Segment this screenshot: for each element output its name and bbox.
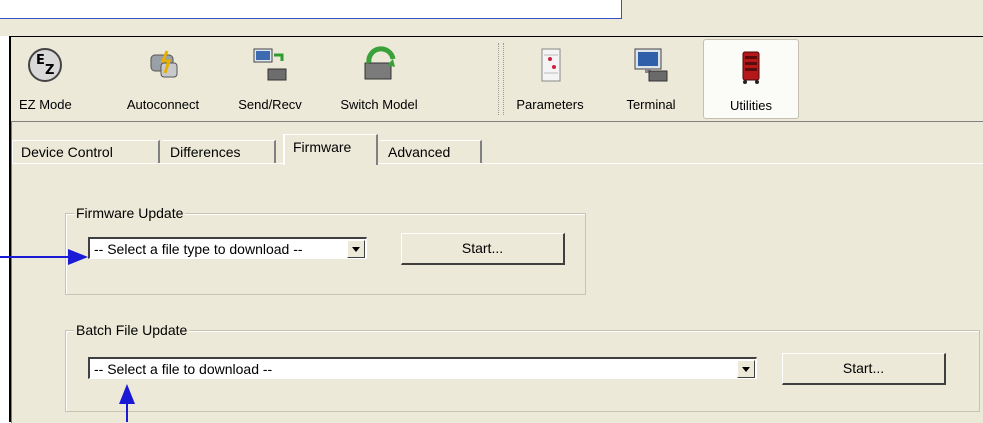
ez-mode-button[interactable]: E Z EZ Mode [19, 39, 72, 117]
terminal-icon [634, 48, 668, 82]
firmware-start-label: Start... [461, 240, 504, 256]
tab-label: Differences [170, 144, 241, 160]
batch-file-select[interactable]: -- Select a file to download -- [88, 357, 757, 379]
send-recv-icon [253, 48, 287, 81]
ez-mode-icon: E Z [28, 48, 62, 82]
toolbar-label-terminal: Terminal [626, 97, 676, 112]
batch-file-value: -- Select a file to download -- [94, 361, 273, 377]
parameters-icon [541, 48, 561, 82]
toolbar-label-switch-model: Switch Model [340, 97, 418, 112]
autoconnect-icon [150, 50, 178, 78]
tab-label: Advanced [388, 144, 451, 160]
toolbar-label-ez-mode: EZ Mode [19, 97, 72, 112]
toolbar-label-utilities: Utilities [730, 98, 772, 113]
arrow-right-icon [68, 249, 88, 265]
toolbar-label-parameters: Parameters [516, 97, 584, 112]
switch-model-button[interactable]: Switch Model [333, 39, 425, 117]
utilities-button[interactable]: Utilities [703, 39, 799, 119]
toolbar-separator [498, 43, 504, 115]
arrow-up-icon [119, 384, 135, 404]
terminal-button[interactable]: Terminal [615, 39, 687, 117]
chevron-down-icon[interactable] [737, 360, 755, 378]
main-toolbar: E Z EZ Mode Autoconnect Send/Recv Switch… [11, 37, 983, 121]
batch-file-update-group: Batch File Update -- Select a file to do… [65, 322, 980, 412]
firmware-start-button[interactable]: Start... [401, 233, 565, 265]
parameters-button[interactable]: Parameters [507, 39, 593, 117]
toolbar-label-autoconnect: Autoconnect [126, 97, 200, 112]
firmware-file-type-value: -- Select a file type to download -- [94, 241, 303, 257]
svg-text:E: E [36, 53, 45, 68]
firmware-update-legend: Firmware Update [74, 205, 186, 221]
tab-differences[interactable]: Differences [162, 140, 276, 164]
utilities-icon [742, 51, 760, 84]
utilities-panel: Device Control Differences Firmware Adva… [11, 121, 983, 423]
batch-file-update-legend: Batch File Update [74, 322, 190, 338]
firmware-file-type-select[interactable]: -- Select a file type to download -- [88, 237, 367, 259]
tab-advanced[interactable]: Advanced [380, 140, 482, 164]
chevron-down-icon[interactable] [347, 240, 365, 258]
tab-device-control[interactable]: Device Control [12, 140, 160, 164]
batch-start-label: Start... [842, 360, 885, 376]
tab-body-border [12, 163, 983, 164]
switch-model-icon [364, 46, 396, 80]
firmware-update-group: Firmware Update -- Select a file type to… [65, 205, 586, 295]
tab-firmware[interactable]: Firmware [283, 134, 378, 165]
autoconnect-button[interactable]: Autoconnect [117, 39, 209, 117]
batch-start-button[interactable]: Start... [782, 353, 946, 385]
toolbar-label-send-recv: Send/Recv [238, 97, 302, 112]
tab-label: Device Control [21, 144, 113, 160]
tab-label: Firmware [293, 139, 352, 155]
send-recv-button[interactable]: Send/Recv [233, 39, 307, 117]
svg-text:Z: Z [45, 63, 54, 78]
top-blank-panel [0, 0, 622, 19]
